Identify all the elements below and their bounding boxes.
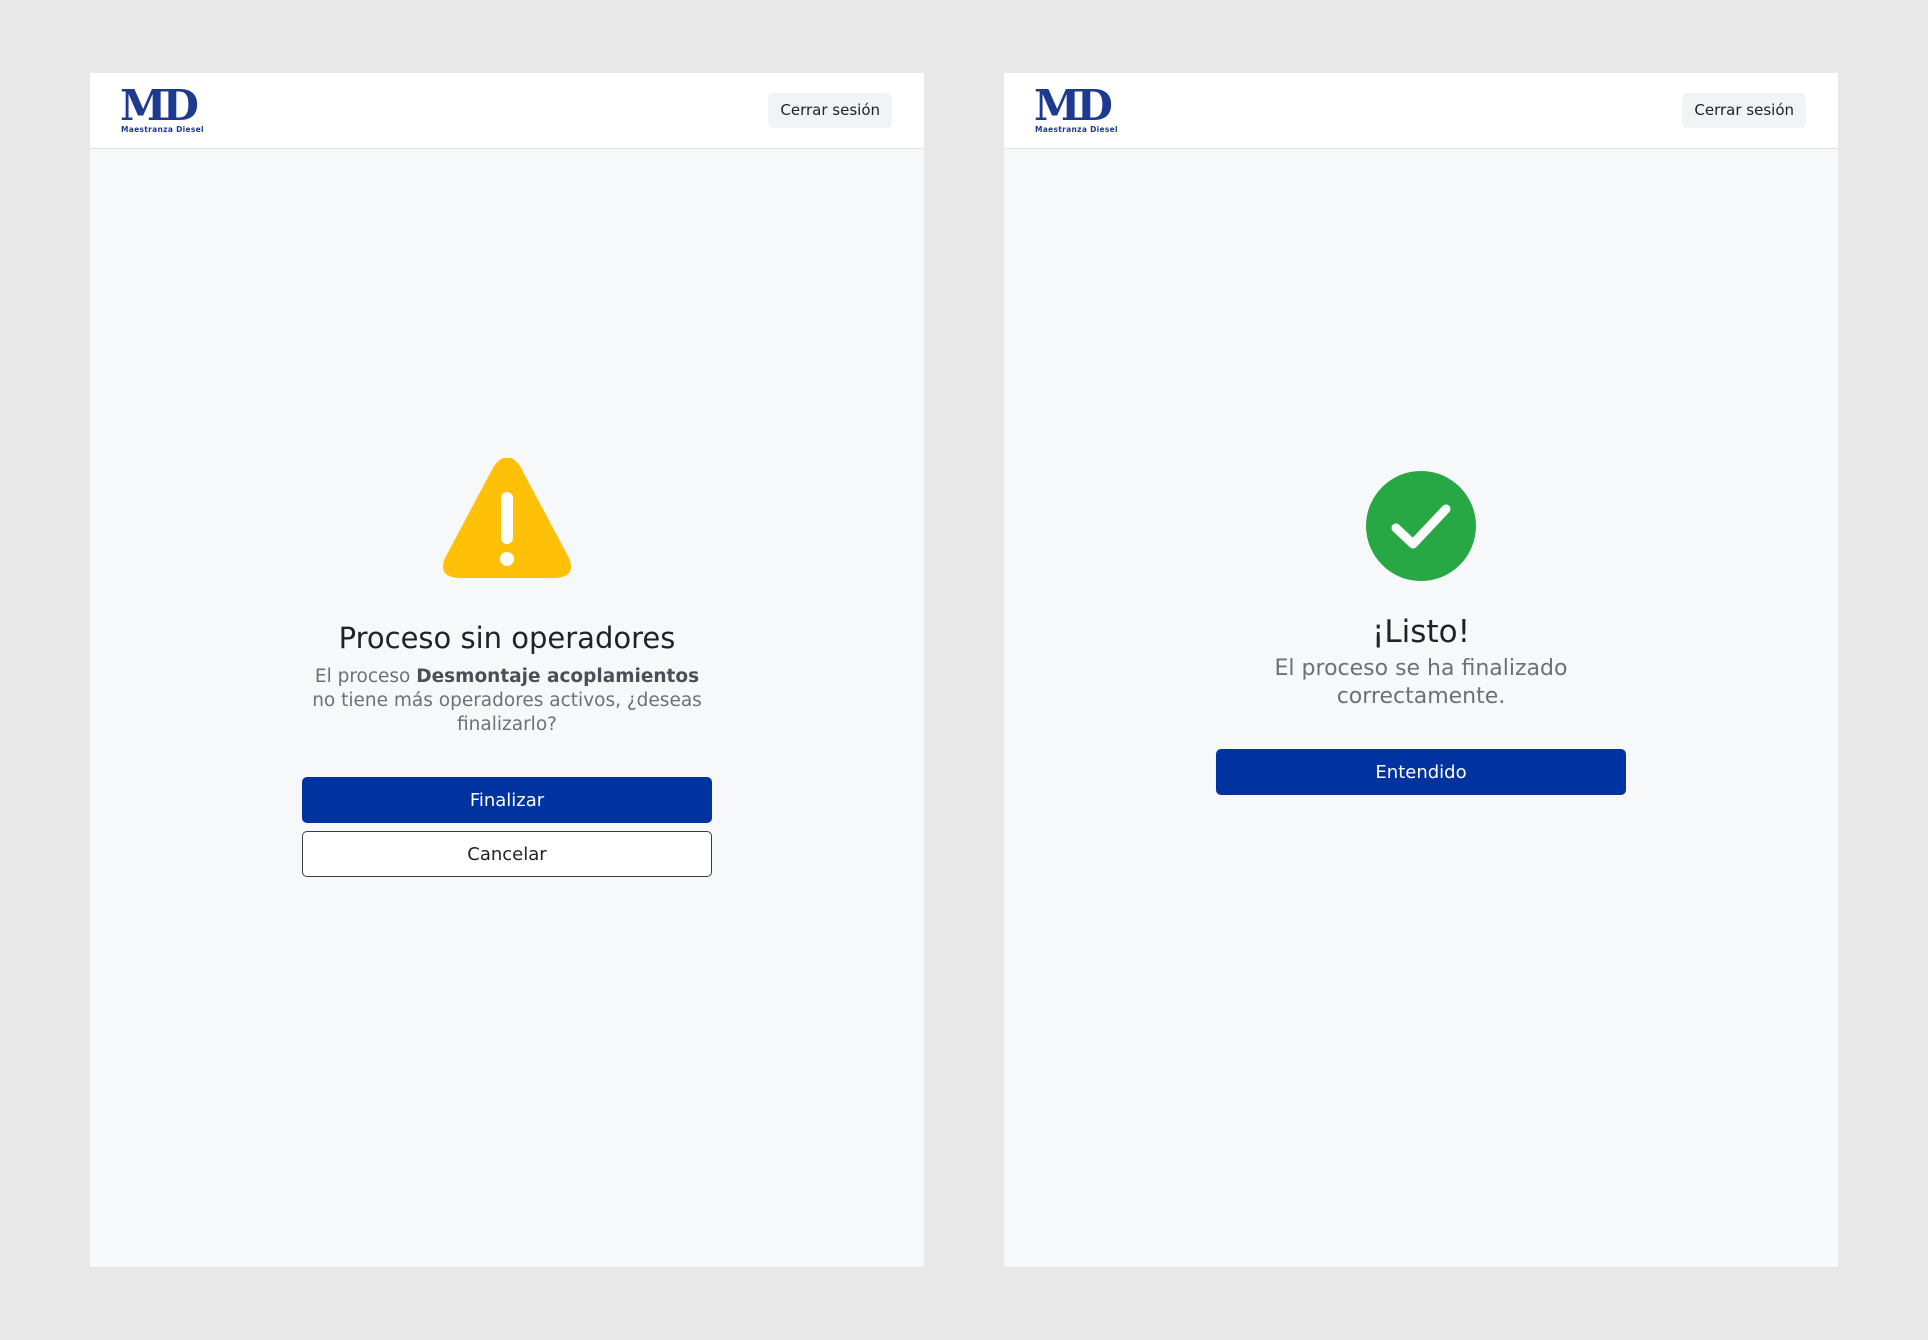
check-circle-icon [1366, 471, 1476, 581]
brand-logo: MD Maestranza Diesel [120, 85, 206, 135]
brand-logo: MD Maestranza Diesel [1034, 85, 1120, 135]
warning-screen: MD Maestranza Diesel Cerrar sesión Proce… [90, 73, 924, 1267]
message-suffix: no tiene más operadores activos, ¿deseas… [312, 690, 702, 735]
acknowledge-button[interactable]: Entendido [1216, 749, 1626, 795]
dialog-title: ¡Listo! [1371, 614, 1470, 650]
warning-icon [443, 458, 571, 578]
dialog-title: Proceso sin operadores [338, 621, 676, 655]
message-prefix: El proceso [314, 666, 417, 687]
logo-subtitle: Maestranza Diesel [121, 125, 204, 134]
success-screen: MD Maestranza Diesel Cerrar sesión ¡List… [1004, 73, 1838, 1267]
logo-subtitle: Maestranza Diesel [1035, 125, 1118, 134]
logout-button[interactable]: Cerrar sesión [768, 93, 892, 128]
warning-dialog: Proceso sin operadores El proceso Desmon… [90, 458, 924, 877]
logo-letters: MD [120, 81, 199, 130]
process-name: Desmontaje acoplamientos [416, 666, 700, 687]
top-bar: MD Maestranza Diesel Cerrar sesión [1004, 73, 1838, 149]
dialog-message: El proceso Desmontaje acoplamientos no t… [302, 665, 712, 737]
logout-button[interactable]: Cerrar sesión [1682, 93, 1806, 128]
cancel-button[interactable]: Cancelar [302, 831, 712, 877]
logo-letters: MD [1034, 81, 1113, 130]
top-bar: MD Maestranza Diesel Cerrar sesión [90, 73, 924, 149]
finalize-button[interactable]: Finalizar [302, 777, 712, 823]
dialog-message: El proceso se ha finalizado correctament… [1274, 656, 1568, 709]
success-dialog: ¡Listo! El proceso se ha finalizado corr… [1004, 471, 1838, 795]
